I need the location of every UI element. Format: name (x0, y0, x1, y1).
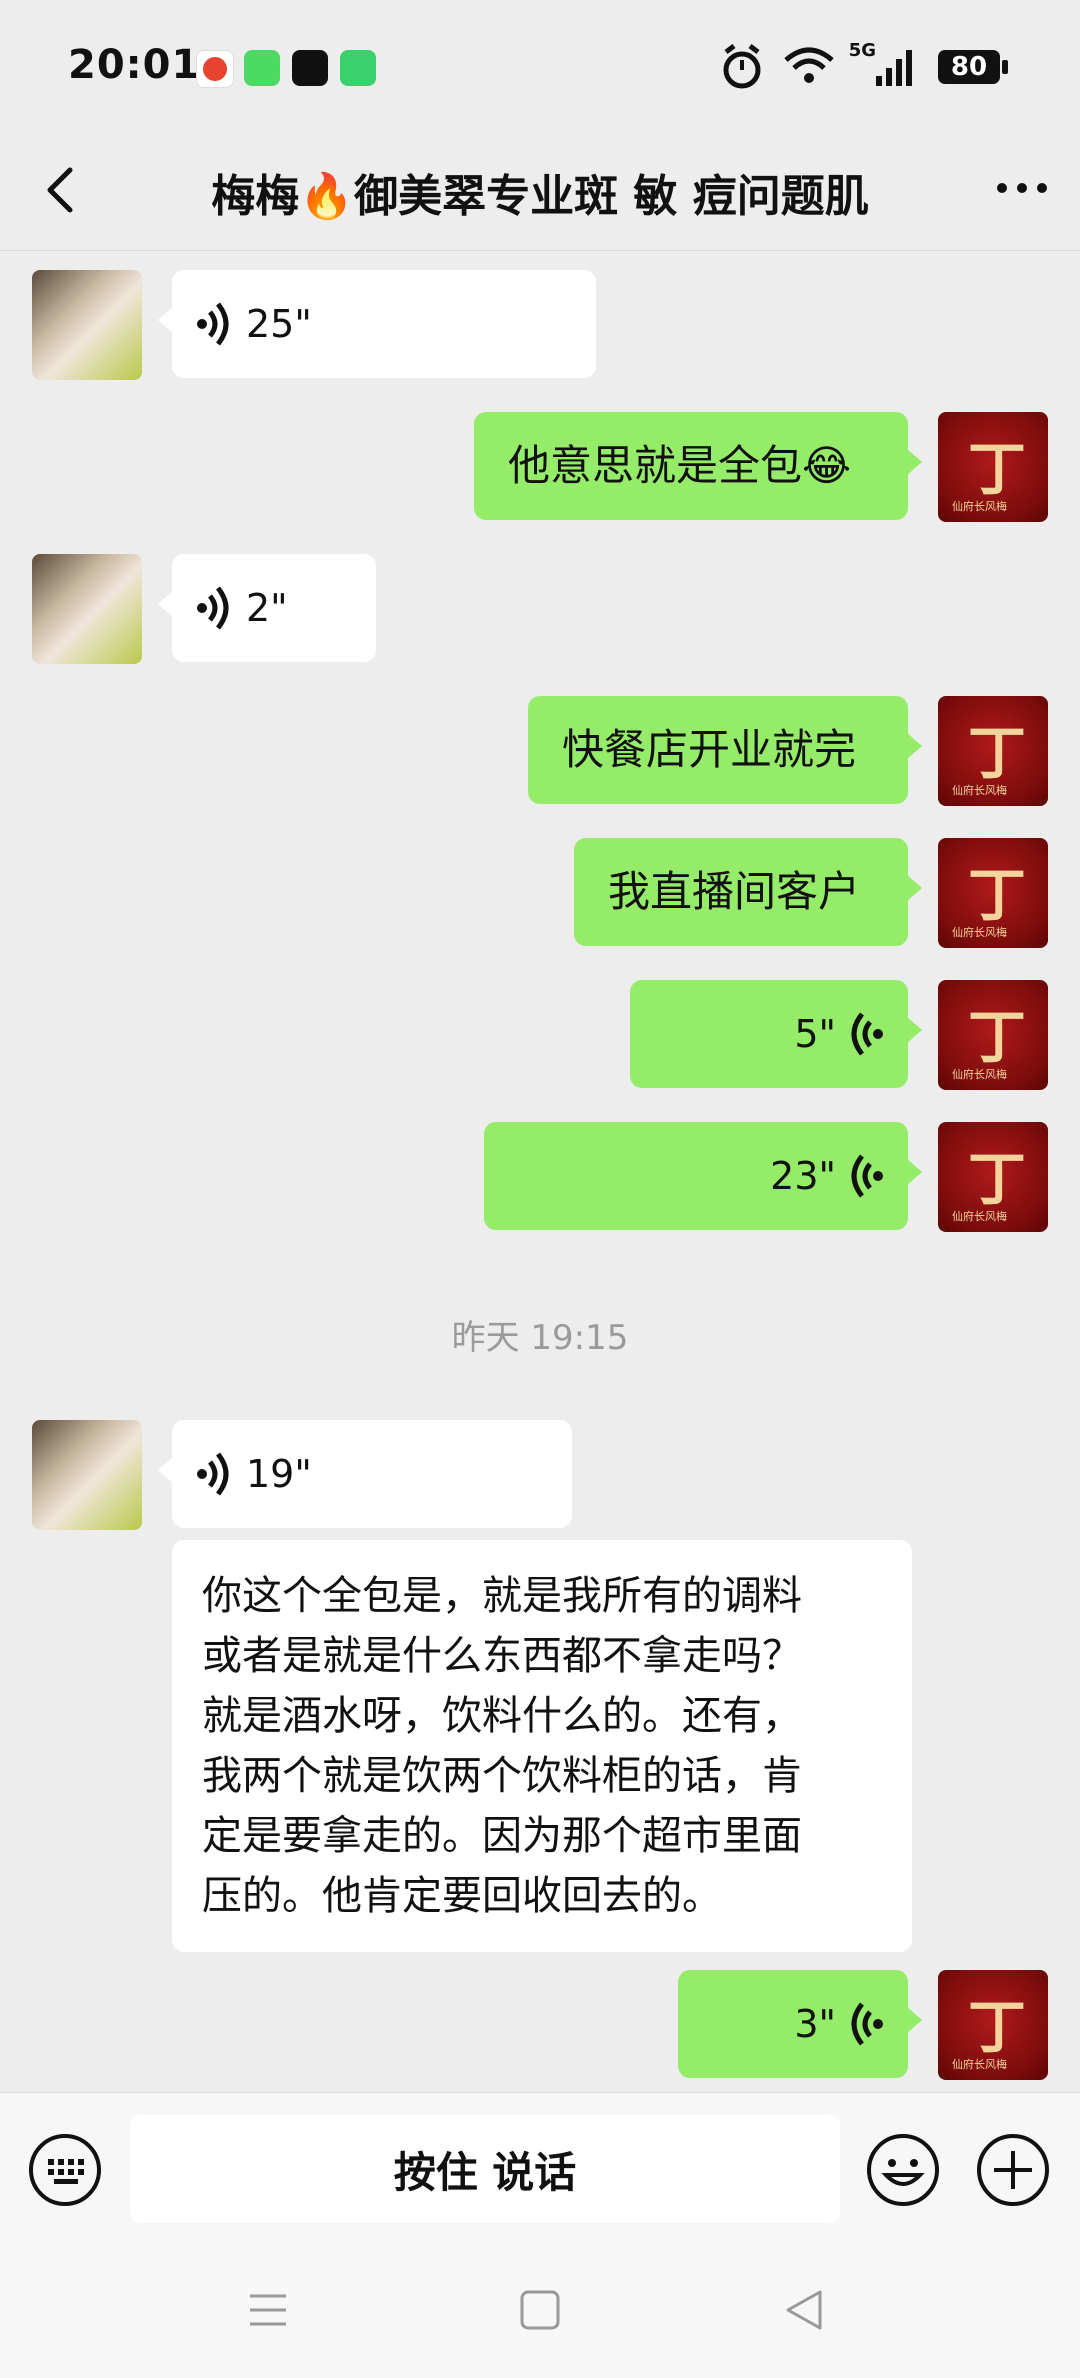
voice-message[interactable]: 25" (158, 270, 596, 378)
avatar-caption: 仙府长风梅 (952, 926, 1007, 939)
system-nav-bar (0, 2242, 1080, 2378)
voice-transcript[interactable]: 你这个全包是，就是我所有的调料 或者是就是什么东西都不拿走吗？ 就是酒水呀，饮料… (172, 1540, 912, 1952)
my-avatar[interactable]: 丁 仙府长风梅 (938, 980, 1048, 1090)
voice-duration: 19" (246, 1452, 312, 1496)
app-notification-icon (196, 50, 234, 88)
contact-avatar[interactable] (32, 270, 142, 380)
avatar-glyph: 丁 (968, 1993, 1027, 2061)
avatar-caption: 仙府长风梅 (952, 500, 1007, 513)
transcript-line: 就是酒水呀，饮料什么的。还有， (202, 1693, 802, 1739)
my-avatar[interactable]: 丁 仙府长风梅 (938, 1970, 1048, 2080)
text-message[interactable]: 快餐店开业就完 (528, 696, 922, 804)
contact-avatar[interactable] (32, 1420, 142, 1530)
messages-app-icon (244, 50, 280, 86)
alarm-icon (723, 44, 761, 89)
message-text: 我直播间客户 (608, 867, 861, 916)
text-message[interactable]: 他意思就是全包😂 (474, 412, 922, 520)
transcript-line: 压的。他肯定要回收回去的。 (202, 1873, 722, 1919)
contact-avatar[interactable] (32, 554, 142, 664)
voice-wave-icon (851, 1012, 883, 1056)
back-button[interactable] (40, 160, 80, 220)
message-text: 快餐店开业就完 (562, 725, 857, 774)
signal-icon (876, 50, 912, 86)
menu-key-icon[interactable] (244, 2286, 292, 2334)
voice-message[interactable]: 23" (484, 1122, 922, 1230)
avatar-glyph: 丁 (968, 719, 1027, 787)
transcript-line: 你这个全包是，就是我所有的调料 (202, 1573, 802, 1619)
voice-duration: 25" (246, 302, 312, 346)
text-message[interactable]: 我直播间客户 (574, 838, 922, 946)
tiktok-icon (292, 50, 328, 86)
input-bar: 按住 说话 (0, 2092, 1080, 2243)
my-avatar[interactable]: 丁 仙府长风梅 (938, 1122, 1048, 1232)
voice-message[interactable]: 3" (678, 1970, 922, 2078)
back-key-icon[interactable] (780, 2286, 828, 2334)
voice-duration: 23" (770, 1154, 836, 1198)
voice-duration: 2" (246, 586, 288, 630)
battery-indicator: 80 (938, 50, 1000, 84)
transcript-line: 我两个就是饮两个饮料柜的话，肯 (202, 1753, 802, 1799)
avatar-glyph: 丁 (968, 1003, 1027, 1071)
app-store-icon (340, 50, 376, 86)
avatar-glyph: 丁 (968, 1145, 1027, 1213)
voice-duration: 3" (794, 2002, 836, 2046)
wifi-icon (784, 47, 834, 83)
my-avatar[interactable]: 丁 仙府长风梅 (938, 696, 1048, 806)
avatar-caption: 仙府长风梅 (952, 1068, 1007, 1081)
voice-message[interactable]: 19" (158, 1420, 572, 1528)
voice-wave-icon (197, 302, 229, 346)
transcript-line: 或者是就是什么东西都不拿走吗？ (202, 1633, 802, 1679)
hold-to-talk-button[interactable]: 按住 说话 (130, 2115, 840, 2223)
voice-message[interactable]: 5" (630, 980, 922, 1088)
transcript-line: 定是要拿走的。因为那个超市里面 (202, 1813, 802, 1859)
avatar-caption: 仙府长风梅 (952, 2058, 1007, 2071)
status-bar: 20:01 5G 80 (0, 0, 1080, 130)
voice-wave-icon (851, 1154, 883, 1198)
voice-duration: 5" (794, 1012, 836, 1056)
plus-icon[interactable] (976, 2133, 1050, 2207)
home-key-icon[interactable] (516, 2286, 564, 2334)
timestamp: 昨天 19:15 (451, 1318, 629, 1358)
status-time: 20:01 (68, 42, 201, 88)
battery-level: 80 (950, 52, 988, 82)
avatar-caption: 仙府长风梅 (952, 784, 1007, 797)
voice-message[interactable]: 2" (158, 554, 376, 662)
message-text: 他意思就是全包😂 (508, 441, 852, 490)
avatar-glyph: 丁 (968, 435, 1027, 503)
voice-wave-icon (851, 2002, 883, 2046)
avatar-glyph: 丁 (968, 861, 1027, 929)
my-avatar[interactable]: 丁 仙府长风梅 (938, 412, 1048, 522)
keyboard-icon[interactable] (28, 2133, 102, 2207)
emoji-icon[interactable] (866, 2133, 940, 2207)
chat-header: 梅梅🔥御美翠专业斑 敏 痘问题肌 (0, 130, 1080, 251)
voice-wave-icon (197, 586, 229, 630)
my-avatar[interactable]: 丁 仙府长风梅 (938, 838, 1048, 948)
chat-title: 梅梅🔥御美翠专业斑 敏 痘问题肌 (211, 171, 869, 222)
avatar-caption: 仙府长风梅 (952, 1210, 1007, 1223)
voice-wave-icon (197, 1452, 229, 1496)
network-type: 5G (848, 40, 876, 61)
more-options-button[interactable] (992, 168, 1052, 208)
